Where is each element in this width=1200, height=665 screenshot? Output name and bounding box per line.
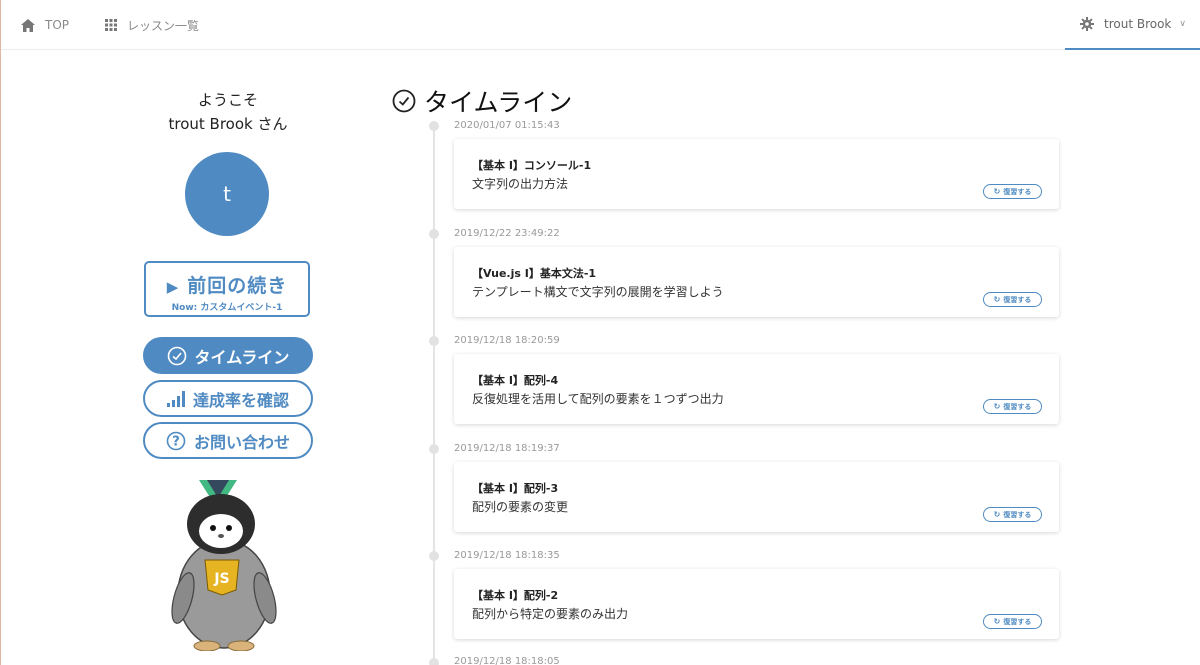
refresh-icon: ↻ (993, 617, 1001, 626)
refresh-icon: ↻ (993, 187, 1001, 196)
lesson-title: 【基本 I】コンソール-1 (472, 159, 592, 172)
lesson-title: 【基本 I】配列-4 (472, 374, 559, 387)
welcome-message: ようこそ trout Brook さん (128, 88, 328, 136)
lesson-description: テンプレート構文で文字列の展開を学習しよう (472, 285, 724, 299)
timeline-card[interactable]: 【基本 I】配列-2 配列から特定の要素のみ出力 ↻ 復習する (454, 569, 1059, 639)
lesson-description: 配列の要素の変更 (472, 500, 569, 514)
lesson-title: 【基本 I】配列-3 (472, 482, 559, 495)
timeline-card[interactable]: 【基本 I】配列-3 配列の要素の変更 ↻ 復習する (454, 462, 1059, 532)
grid-icon (105, 19, 117, 31)
timeline-dot (429, 658, 439, 665)
contact-button-label: お問い合わせ (193, 432, 290, 452)
question-circle-icon: ? (166, 431, 186, 451)
progress-button[interactable]: 達成率を確認 (143, 380, 313, 417)
avatar: t (185, 152, 269, 236)
review-button[interactable]: ↻ 復習する (983, 184, 1042, 199)
continue-label: 前回の続き (187, 275, 288, 297)
refresh-icon: ↻ (993, 510, 1001, 519)
nav-top-label: TOP (45, 18, 70, 32)
timeline-line (433, 125, 435, 665)
review-label: 復習する (1003, 510, 1032, 519)
gear-icon (1080, 17, 1094, 31)
penguin-mascot-image: JS (171, 480, 277, 651)
continue-main: ▶ 前回の続き (146, 271, 308, 298)
svg-text:?: ? (172, 434, 180, 449)
clock-check-icon (167, 346, 187, 366)
user-menu[interactable]: trout Brook ∨ (1065, 0, 1200, 50)
review-label: 復習する (1003, 402, 1032, 411)
timeline-dot (429, 551, 439, 561)
home-icon (21, 18, 35, 32)
lesson-title: 【Vue.js I】基本文法-1 (472, 267, 597, 280)
review-button[interactable]: ↻ 復習する (983, 292, 1042, 307)
review-button[interactable]: ↻ 復習する (983, 614, 1042, 629)
user-name: trout Brook (1104, 17, 1172, 31)
timeline-date: 2019/12/22 23:49:22 (454, 228, 560, 239)
review-button[interactable]: ↻ 復習する (983, 507, 1042, 522)
lesson-description: 文字列の出力方法 (472, 177, 569, 191)
welcome-line: ようこそ (197, 91, 258, 109)
timeline-dot (429, 121, 439, 131)
review-label: 復習する (1003, 187, 1032, 196)
avatar-letter: t (223, 182, 231, 206)
nav-lessons-label: レッスン一覧 (127, 18, 200, 33)
continue-current-lesson: Now: カスタムイベント-1 (171, 303, 283, 313)
chevron-down-icon: ∨ (1179, 19, 1186, 29)
mascot-badge-text: JS (213, 571, 229, 587)
timeline-dot (429, 229, 439, 239)
timeline-date: 2020/01/07 01:15:43 (454, 120, 560, 131)
continue-button[interactable]: ▶ 前回の続き Now: カスタムイベント-1 (144, 261, 310, 317)
review-label: 復習する (1003, 295, 1032, 304)
welcome-username: trout Brook さん (168, 115, 288, 133)
timeline-card[interactable]: 【基本 I】コンソール-1 文字列の出力方法 ↻ 復習する (454, 139, 1059, 209)
lesson-title: 【基本 I】配列-2 (472, 589, 559, 602)
review-label: 復習する (1003, 617, 1032, 626)
play-icon: ▶ (166, 278, 180, 296)
timeline-date: 2019/12/18 18:20:59 (454, 335, 560, 346)
progress-button-label: 達成率を確認 (192, 390, 289, 410)
timeline-date: 2019/12/18 18:18:05 (454, 656, 560, 665)
review-button[interactable]: ↻ 復習する (983, 399, 1042, 414)
timeline-card[interactable]: 【Vue.js I】基本文法-1 テンプレート構文で文字列の展開を学習しよう ↻… (454, 247, 1059, 317)
timeline-heading: タイムライン (392, 84, 572, 118)
contact-button[interactable]: ? お問い合わせ (143, 422, 313, 459)
timeline-date: 2019/12/18 18:19:37 (454, 443, 560, 454)
clock-check-icon (392, 89, 416, 113)
timeline-card[interactable]: 【基本 I】配列-4 反復処理を活用して配列の要素を１つずつ出力 ↻ 復習する (454, 354, 1059, 424)
timeline-button-label: タイムライン (194, 347, 290, 367)
nav-lessons-link[interactable]: レッスン一覧 (105, 0, 199, 50)
timeline-title: タイムライン (424, 88, 573, 117)
timeline-button[interactable]: タイムライン (143, 337, 313, 374)
nav-top-link[interactable]: TOP (21, 0, 69, 50)
lesson-description: 反復処理を活用して配列の要素を１つずつ出力 (472, 392, 724, 406)
lesson-description: 配列から特定の要素のみ出力 (472, 607, 629, 621)
refresh-icon: ↻ (993, 402, 1001, 411)
refresh-icon: ↻ (993, 295, 1001, 304)
top-nav: TOP レッスン一覧 trout Brook ∨ (1, 0, 1200, 50)
timeline-dot (429, 444, 439, 454)
timeline-date: 2019/12/18 18:18:35 (454, 550, 560, 561)
timeline-dot (429, 336, 439, 346)
bar-chart-icon (166, 390, 185, 407)
